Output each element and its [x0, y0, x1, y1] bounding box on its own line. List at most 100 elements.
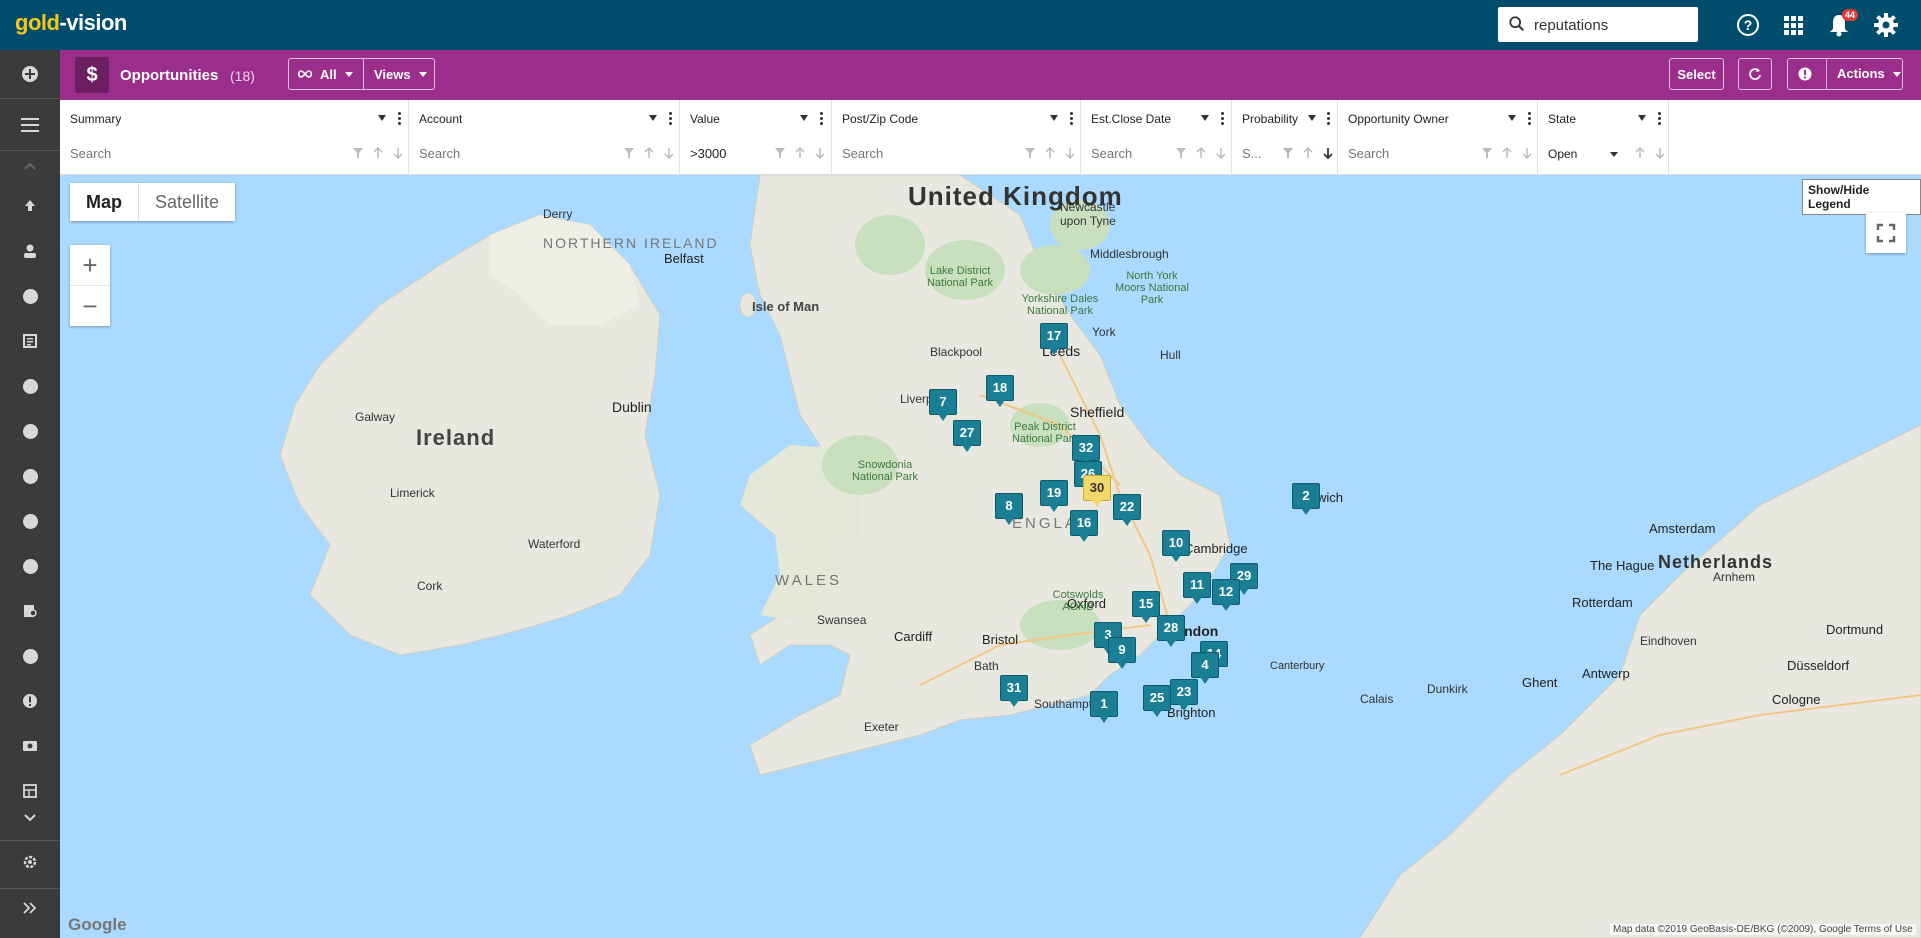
map-marker[interactable]: 22: [1113, 494, 1141, 526]
column-sort-caret[interactable]: [1638, 115, 1646, 121]
map-marker[interactable]: 27: [953, 420, 981, 452]
apps-grid-icon[interactable]: [1780, 12, 1806, 38]
chevron-up-icon[interactable]: [0, 151, 60, 181]
settings-icon[interactable]: [0, 847, 60, 877]
menu-icon[interactable]: [0, 110, 60, 140]
column-header-postcode[interactable]: Post/Zip Code: [842, 112, 918, 126]
summary-search-input[interactable]: [70, 146, 320, 161]
add-icon[interactable]: [0, 59, 60, 89]
map-marker[interactable]: 23: [1170, 679, 1198, 711]
gear-icon[interactable]: [1873, 12, 1899, 38]
sidebar-item-dot[interactable]: [0, 371, 60, 401]
table-icon[interactable]: [0, 776, 60, 806]
column-sort-caret[interactable]: [649, 115, 657, 121]
column-filter-icons[interactable]: [352, 146, 404, 160]
actions-dropdown-button[interactable]: Actions: [1787, 58, 1903, 90]
column-header-state[interactable]: State: [1548, 112, 1576, 126]
close-date-search-input[interactable]: [1091, 146, 1161, 161]
column-filter-icons[interactable]: [1175, 146, 1227, 160]
column-header-account[interactable]: Account: [419, 112, 462, 126]
column-filter-icons[interactable]: [1024, 146, 1076, 160]
column-menu-icon[interactable]: [820, 112, 824, 128]
column-menu-icon[interactable]: [1658, 112, 1662, 128]
map-marker-highlighted[interactable]: 30: [1083, 475, 1111, 507]
filter-dropdown-button[interactable]: All: [288, 58, 363, 90]
column-filter-icons[interactable]: [623, 146, 675, 160]
map-marker[interactable]: 8: [995, 493, 1023, 525]
gold-vision-logo[interactable]: gold-vision: [15, 10, 127, 36]
map-marker[interactable]: 15: [1132, 591, 1160, 623]
owner-search-input[interactable]: [1348, 146, 1458, 161]
sidebar-item-dot[interactable]: [0, 416, 60, 446]
reports-icon[interactable]: [0, 326, 60, 356]
map-marker[interactable]: 7: [929, 389, 957, 421]
zoom-in-button[interactable]: +: [70, 245, 110, 285]
map-marker[interactable]: 10: [1162, 530, 1190, 562]
map-marker[interactable]: 32: [1072, 435, 1100, 467]
expand-sidebar-icon[interactable]: [0, 893, 60, 923]
column-sort-caret[interactable]: [378, 115, 386, 121]
map-marker[interactable]: 28: [1157, 615, 1185, 647]
map-marker[interactable]: 31: [1000, 675, 1028, 707]
column-filter-icons[interactable]: [774, 146, 826, 160]
zoom-out-button[interactable]: −: [70, 285, 110, 326]
map-type-map-button[interactable]: Map: [70, 183, 138, 221]
map-marker[interactable]: 19: [1040, 480, 1068, 512]
column-header-owner[interactable]: Opportunity Owner: [1348, 112, 1449, 126]
map-marker[interactable]: 9: [1108, 637, 1136, 669]
sidebar-item-dot[interactable]: [0, 641, 60, 671]
column-menu-icon[interactable]: [669, 112, 673, 128]
account-search-input[interactable]: [419, 146, 599, 161]
views-dropdown-button[interactable]: Views: [363, 58, 435, 90]
map-marker[interactable]: 11: [1183, 572, 1211, 604]
opportunity-map[interactable]: United Kingdom Ireland NORTHERN IRELAND …: [60, 175, 1921, 938]
column-sort-caret[interactable]: [1050, 115, 1058, 121]
campaign-icon[interactable]: [0, 731, 60, 761]
global-search-input[interactable]: [1532, 7, 1696, 44]
column-menu-icon[interactable]: [1070, 112, 1074, 128]
sidebar-item-dot[interactable]: [0, 461, 60, 491]
column-menu-icon[interactable]: [1528, 112, 1532, 128]
column-sort-icons[interactable]: [1634, 146, 1666, 160]
probability-search-input[interactable]: [1242, 146, 1272, 161]
postcode-search-input[interactable]: [842, 146, 1002, 161]
map-marker[interactable]: 25: [1143, 685, 1171, 717]
sidebar-item-dot[interactable]: [0, 551, 60, 581]
column-header-close-date[interactable]: Est.Close Date: [1091, 112, 1171, 126]
help-icon[interactable]: ?: [1735, 12, 1761, 38]
refresh-button[interactable]: [1738, 58, 1772, 90]
value-search-input[interactable]: [690, 146, 760, 161]
map-marker[interactable]: 1: [1090, 691, 1118, 723]
column-header-value[interactable]: Value: [690, 112, 720, 126]
alert-icon[interactable]: [0, 686, 60, 716]
column-menu-icon[interactable]: [398, 112, 402, 128]
column-sort-caret[interactable]: [1308, 115, 1316, 121]
column-sort-caret[interactable]: [1201, 115, 1209, 121]
global-search-box[interactable]: [1498, 7, 1698, 44]
sidebar-item-dot[interactable]: [0, 281, 60, 311]
column-filter-icons[interactable]: [1481, 146, 1533, 160]
contact-icon[interactable]: [0, 236, 60, 266]
column-menu-icon[interactable]: [1327, 112, 1331, 128]
column-sort-caret[interactable]: [1508, 115, 1516, 121]
column-header-summary[interactable]: Summary: [70, 112, 121, 126]
map-marker[interactable]: 17: [1040, 323, 1068, 355]
map-marker[interactable]: 12: [1212, 579, 1240, 611]
state-select[interactable]: Open: [1548, 147, 1577, 161]
sidebar-item-dot[interactable]: [0, 506, 60, 536]
column-menu-icon[interactable]: [1221, 112, 1225, 128]
show-hide-legend-button[interactable]: Show/Hide Legend: [1802, 179, 1921, 215]
select-button[interactable]: Select: [1669, 58, 1724, 90]
chevron-down-icon[interactable]: [0, 803, 60, 833]
map-marker[interactable]: 16: [1070, 510, 1098, 542]
map-marker[interactable]: 18: [986, 375, 1014, 407]
fullscreen-button[interactable]: [1866, 213, 1906, 253]
upload-icon[interactable]: [0, 191, 60, 221]
column-filter-icons[interactable]: [1282, 146, 1334, 160]
column-sort-caret[interactable]: [800, 115, 808, 121]
column-header-probability[interactable]: Probability: [1242, 112, 1298, 126]
map-marker[interactable]: 4: [1191, 652, 1219, 684]
state-select-caret[interactable]: [1610, 152, 1618, 157]
document-search-icon[interactable]: [0, 596, 60, 626]
map-type-satellite-button[interactable]: Satellite: [138, 183, 235, 221]
